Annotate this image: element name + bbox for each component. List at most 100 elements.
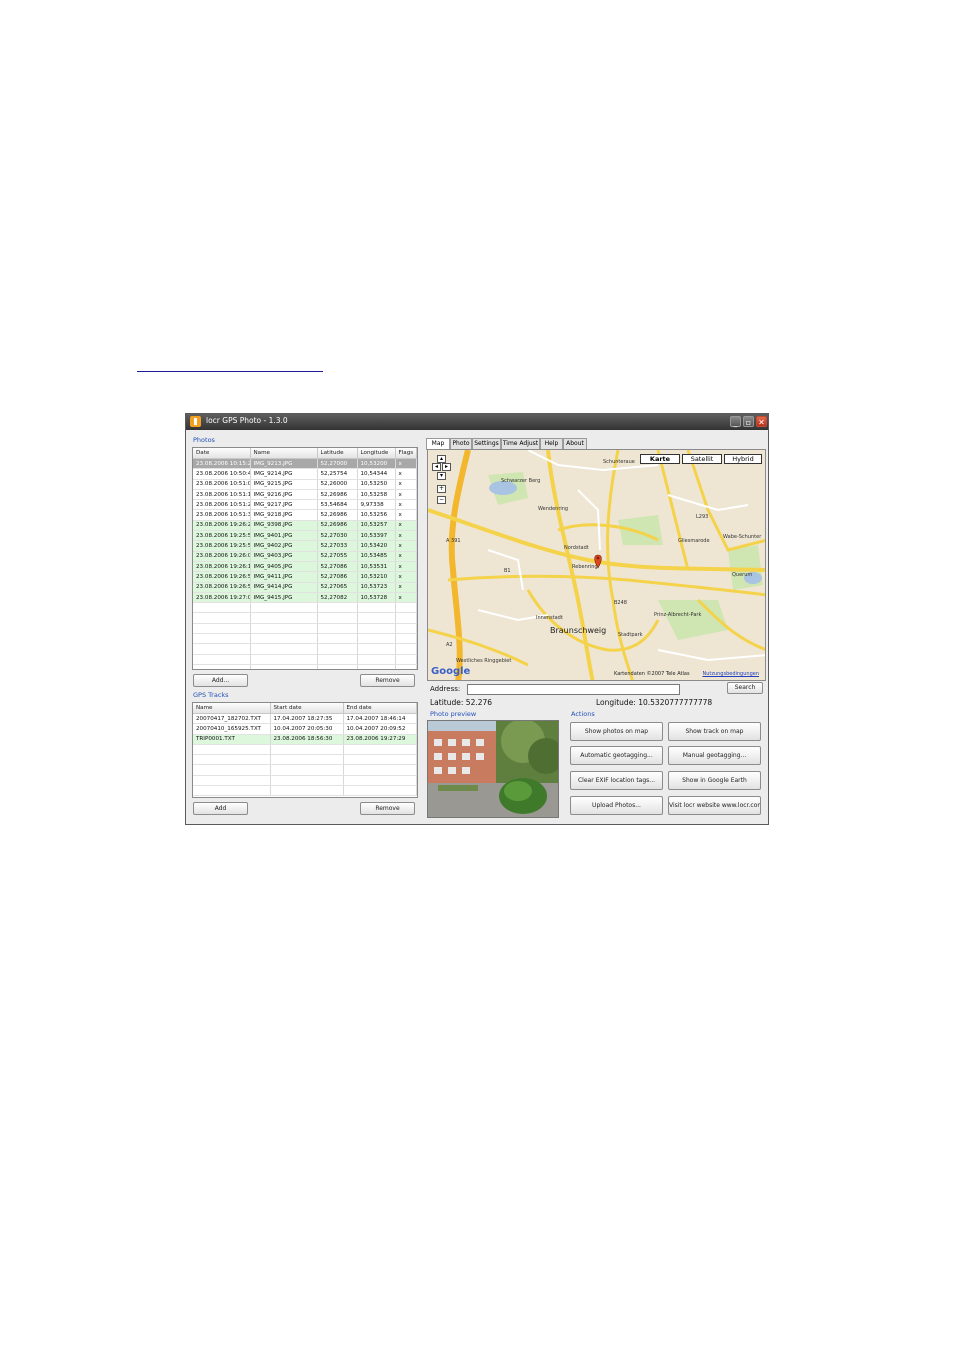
address-label: Address: (430, 685, 461, 693)
photos-table[interactable]: Date Name Latitude Longitude Flags 23.08.200… (192, 447, 418, 670)
address-input[interactable] (467, 684, 680, 695)
map-city-label: Braunschweig (550, 626, 607, 635)
photo-preview-image (427, 720, 559, 818)
table-cell: x (395, 530, 417, 542)
map-label: Schwarzer Berg (501, 478, 541, 484)
table-row[interactable]: TRIP0001.TXT 23.08.2006 18:56:30 23.08.200… (193, 734, 417, 745)
table-row[interactable]: 20070417_182702.TXT 17.04.2007 18:27:35 17… (193, 713, 417, 725)
map-view[interactable]: ▴ ◂ ▸ ▾ + − Karte Satellit Hybrid Schwar… (427, 449, 766, 681)
table-row[interactable]: 23.08.2006 10:51:22 IMG_9217.JPG 53,54684 9… (193, 499, 417, 511)
show-photos-on-map-button[interactable]: Show photos on map (570, 722, 663, 741)
empty-cell (270, 785, 344, 797)
tab-settings[interactable]: Settings (472, 438, 501, 449)
show-in-google-earth-button[interactable]: Show in Google Earth (668, 771, 761, 790)
table-cell: IMG_9411.JPG (250, 571, 318, 583)
table-row[interactable]: 20070410_165925.TXT 10.04.2007 20:05:30 10… (193, 723, 417, 735)
table-cell: x (395, 458, 417, 470)
map-type-hybrid[interactable]: Hybrid (724, 454, 762, 464)
table-cell: 23.08.2006 19:26:58 (193, 582, 251, 593)
empty-cell (193, 754, 271, 766)
table-cell: 10,54344 (357, 468, 396, 480)
empty-cell (250, 654, 318, 665)
tab-help[interactable]: Help (540, 438, 563, 449)
tracks-column-header[interactable]: Name (193, 703, 271, 714)
manual-geotagging-button[interactable]: Manual geotagging... (668, 746, 761, 765)
empty-cell (193, 643, 251, 655)
map-type-karte[interactable]: Karte (640, 454, 680, 464)
map-pan-right-icon[interactable]: ▸ (442, 463, 451, 471)
table-row[interactable]: 23.08.2006 10:15:23 IMG_9213.JPG 52,27000 1… (193, 458, 417, 470)
add-track-button[interactable]: Add (193, 802, 248, 815)
table-row[interactable]: 23.08.2006 10:51:07 IMG_9215.JPG 52,26000 1… (193, 479, 417, 490)
map-pan-down-icon[interactable]: ▾ (437, 472, 446, 480)
table-cell: IMG_9218.JPG (250, 509, 318, 521)
table-cell: 23.08.2006 19:26:14 (193, 561, 251, 573)
clear-exif-location-tags-button[interactable]: Clear EXIF location tags... (570, 771, 663, 790)
empty-cell (357, 623, 396, 635)
map-pan-up-icon[interactable]: ▴ (437, 455, 446, 463)
gps-tracks-table[interactable]: Name Start date End date 20070417_182702.T… (192, 702, 418, 798)
tracks-column-header[interactable]: End date (343, 703, 417, 714)
table-cell: x (395, 592, 417, 604)
map-zoom-in-icon[interactable]: + (437, 485, 446, 493)
table-row[interactable]: 23.08.2006 19:26:06 IMG_9403.JPG 52,27055 1… (193, 551, 417, 562)
map-terms-link[interactable]: Nutzungsbedingungen (702, 671, 759, 677)
empty-cell (395, 664, 417, 669)
table-row[interactable]: 23.08.2006 19:27:00 IMG_9415.JPG 52,27082 1… (193, 592, 417, 604)
map-pan-left-icon[interactable]: ◂ (432, 463, 441, 471)
table-row[interactable]: 23.08.2006 19:25:53 IMG_9401.JPG 52,27030 1… (193, 530, 417, 542)
app-window: locr GPS Photo - 1.3.0 _ ▫ ✕ Photos Date… (185, 413, 769, 825)
show-track-on-map-button[interactable]: Show track on map (668, 722, 761, 741)
tab-about[interactable]: About (563, 438, 587, 449)
table-cell: 52,27086 (317, 571, 358, 583)
empty-cell (317, 633, 358, 645)
photos-column-header[interactable]: Flags (395, 448, 417, 459)
document-underline-rule (137, 371, 323, 372)
map-type-satellit[interactable]: Satellit (682, 454, 722, 464)
visit-locr-website-button[interactable]: Visit locr website www.locr.com (668, 796, 761, 815)
title-bar[interactable]: locr GPS Photo - 1.3.0 _ ▫ ✕ (186, 414, 768, 430)
empty-cell (395, 602, 417, 614)
close-icon[interactable]: ✕ (756, 416, 767, 427)
add-photo-button[interactable]: Add... (193, 674, 248, 687)
table-row[interactable]: 23.08.2006 19:25:56 IMG_9402.JPG 52,27033 1… (193, 540, 417, 552)
table-row[interactable]: 23.08.2006 19:26:58 IMG_9414.JPG 52,27065 1… (193, 582, 417, 593)
empty-cell (357, 664, 396, 669)
remove-photo-button[interactable]: Remove (360, 674, 415, 687)
map-label: Rebenring (572, 564, 598, 570)
photos-column-header[interactable]: Date (193, 448, 251, 459)
table-cell: IMG_9402.JPG (250, 540, 318, 552)
remove-track-button[interactable]: Remove (360, 802, 415, 815)
tab-photo[interactable]: Photo (450, 438, 472, 449)
table-cell: IMG_9213.JPG (250, 458, 318, 470)
photos-column-header[interactable]: Longitude (357, 448, 396, 459)
table-row[interactable]: 23.08.2006 19:26:14 IMG_9405.JPG 52,27086 1… (193, 561, 417, 573)
map-copyright: Kartendaten ©2007 Tele Atlas (614, 671, 690, 677)
table-row[interactable]: 23.08.2006 19:26:51 IMG_9411.JPG 52,27086 1… (193, 571, 417, 583)
table-cell: x (395, 509, 417, 521)
map-label: Nordstadt (564, 545, 589, 551)
tab-time-adjust[interactable]: Time Adjust (501, 438, 540, 449)
table-row[interactable]: 23.08.2006 10:51:33 IMG_9218.JPG 52,26986 1… (193, 509, 417, 521)
empty-cell (193, 623, 251, 635)
map-zoom-out-icon[interactable]: − (437, 496, 446, 504)
table-cell: IMG_9415.JPG (250, 592, 318, 604)
photos-column-header[interactable]: Latitude (317, 448, 358, 459)
search-button[interactable]: Search (727, 682, 763, 694)
table-cell: x (395, 551, 417, 562)
table-row[interactable]: 23.08.2006 10:50:47 IMG_9214.JPG 52,25754 1… (193, 468, 417, 480)
table-cell: 10,53531 (357, 561, 396, 573)
longitude-label: Longitude: (596, 698, 636, 707)
empty-table-row (193, 754, 417, 766)
maximize-icon[interactable]: ▫ (743, 416, 754, 427)
window-title: locr GPS Photo - 1.3.0 (206, 416, 288, 425)
upload-photos-button[interactable]: Upload Photos... (570, 796, 663, 815)
table-row[interactable]: 23.08.2006 19:26:29 IMG_9398.JPG 52,26986 1… (193, 520, 417, 532)
table-cell: 52,26986 (317, 520, 358, 532)
photos-column-header[interactable]: Name (250, 448, 318, 459)
empty-cell (193, 612, 251, 624)
table-row[interactable]: 23.08.2006 10:51:12 IMG_9216.JPG 52,26986 1… (193, 489, 417, 501)
automatic-geotagging-button[interactable]: Automatic geotagging... (570, 746, 663, 765)
minimize-icon[interactable]: _ (730, 416, 741, 427)
tracks-column-header[interactable]: Start date (270, 703, 344, 714)
